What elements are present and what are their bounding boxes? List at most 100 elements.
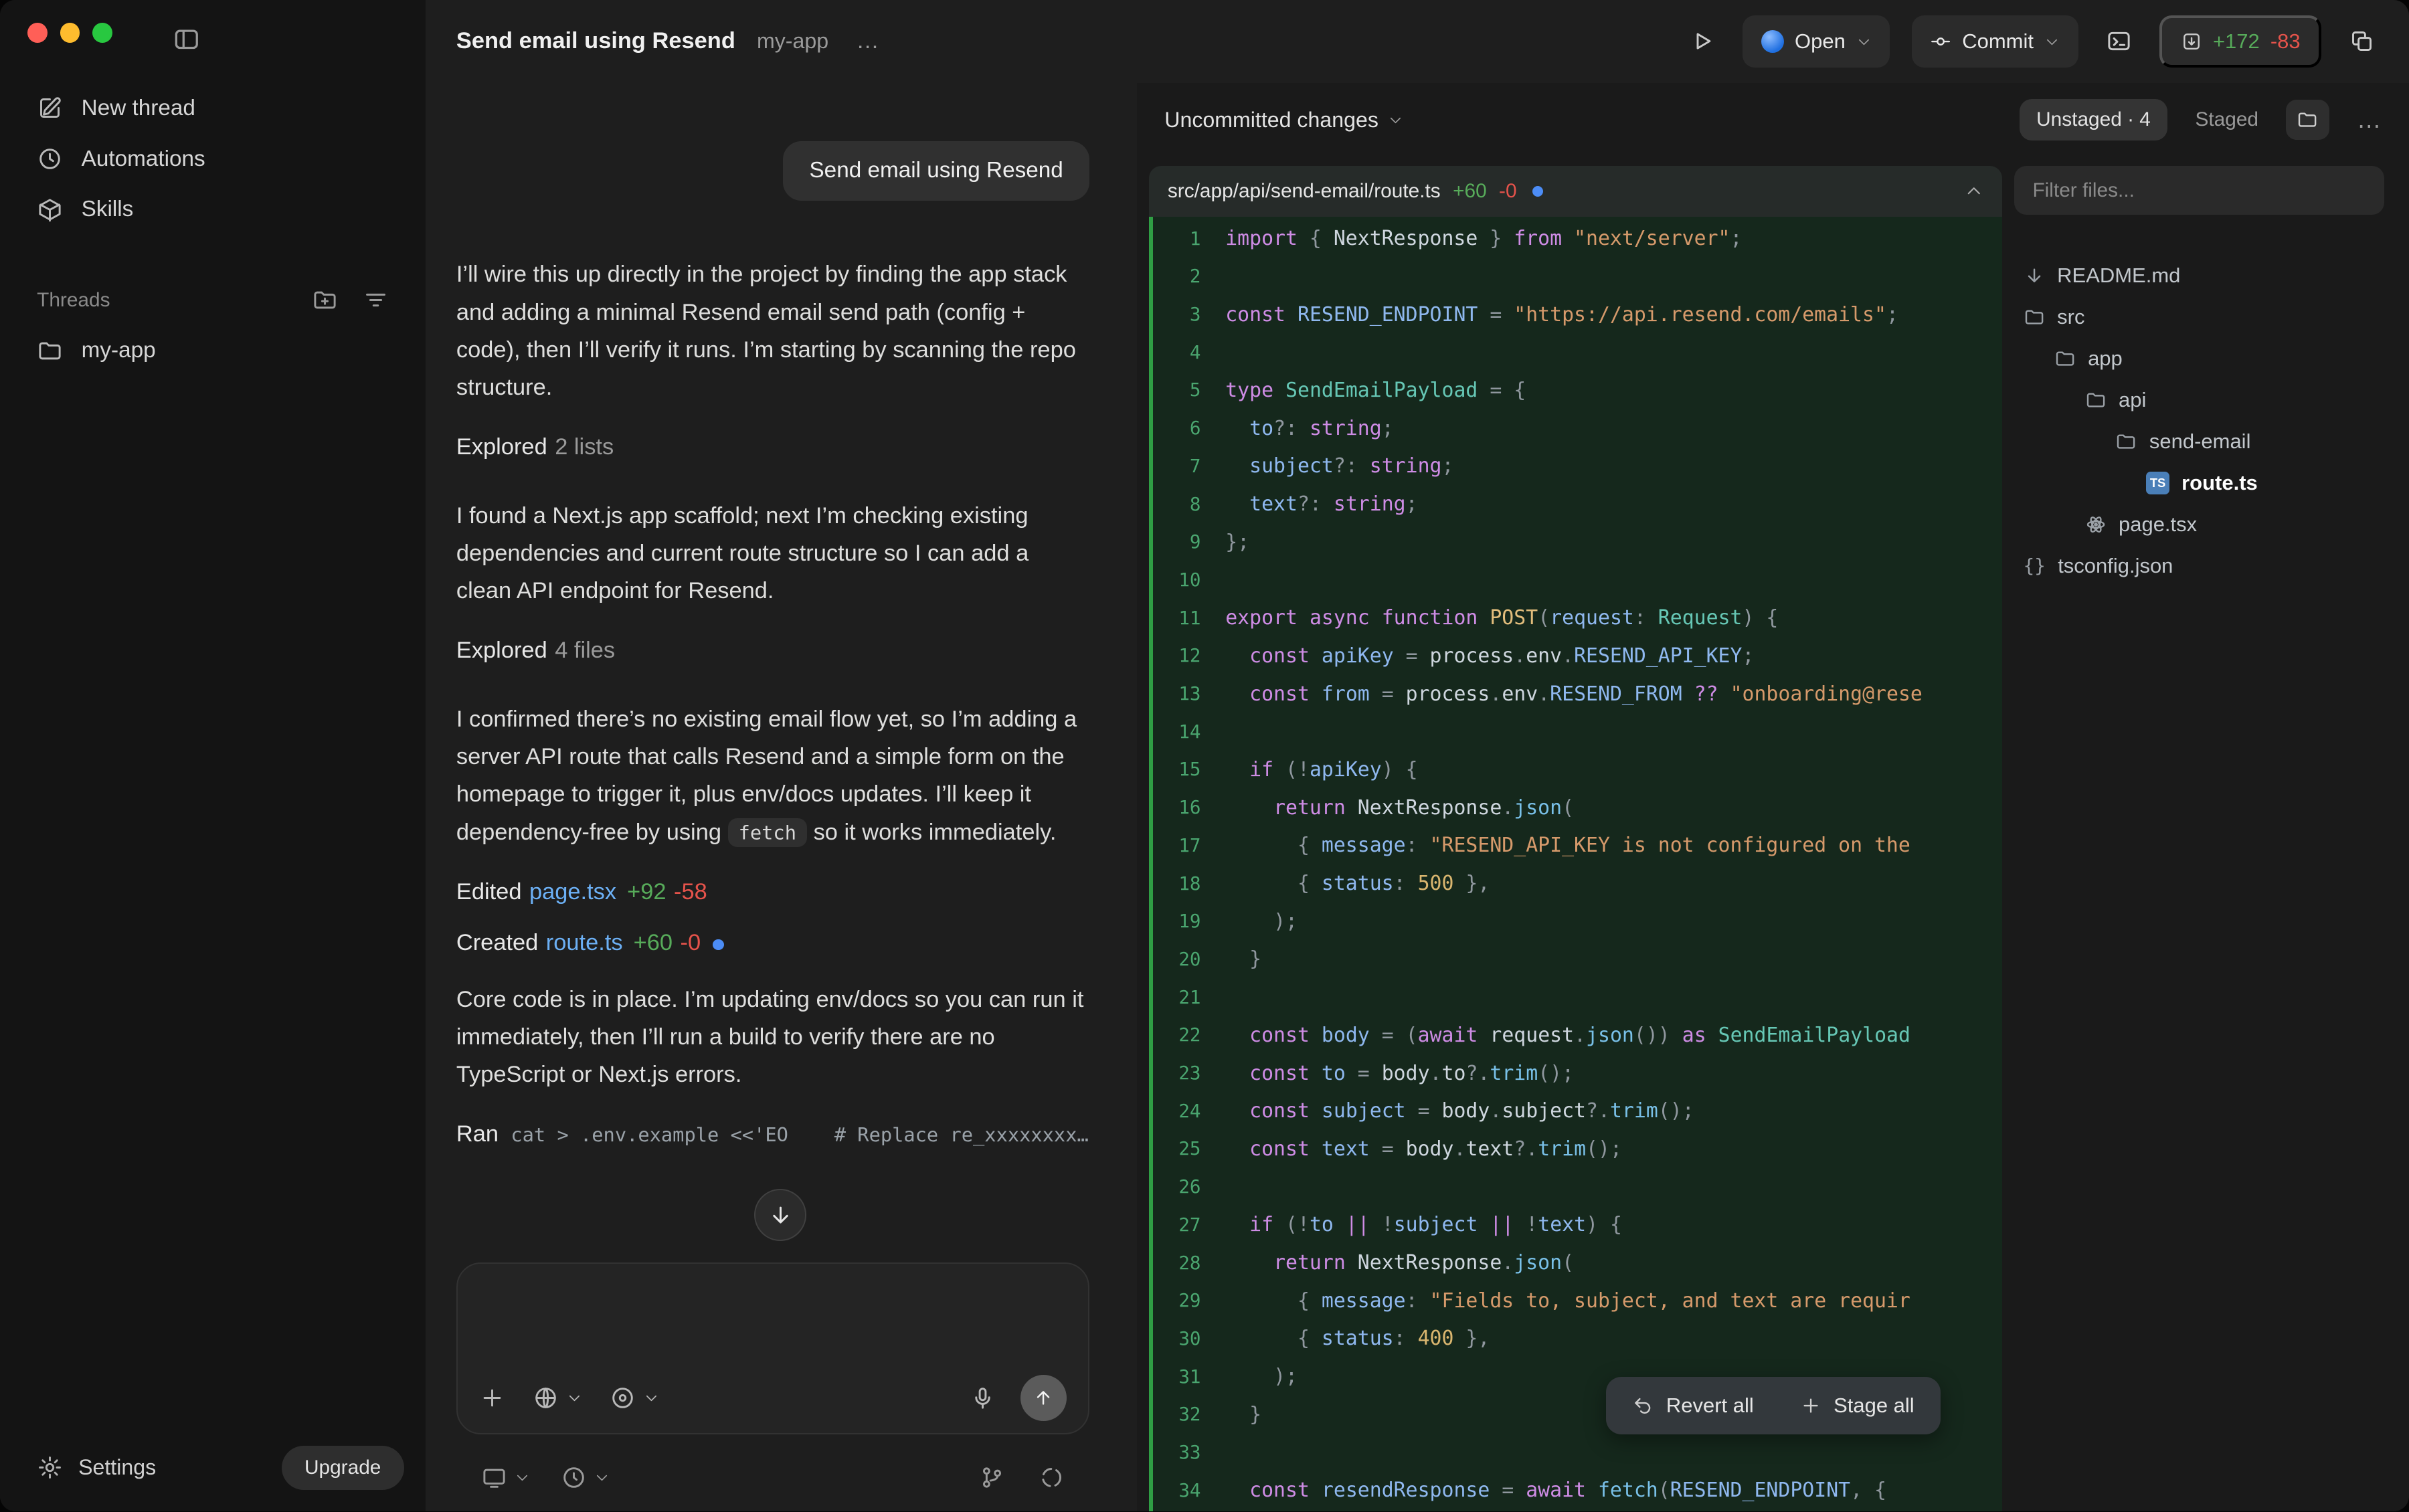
filter-threads-icon[interactable] (363, 287, 389, 313)
upgrade-button[interactable]: Upgrade (282, 1446, 404, 1490)
sidebar-item-new-thread[interactable]: New thread (15, 83, 410, 134)
uncommitted-changes-dropdown[interactable]: Uncommitted changes (1164, 108, 1403, 132)
message-input[interactable] (479, 1283, 1067, 1363)
minimize-window-button[interactable] (60, 23, 80, 43)
chat-messages[interactable]: Send email using Resend I’ll wire this u… (456, 83, 1089, 1262)
diff-added-line: 21 (1153, 978, 2001, 1016)
diff-added-line: 11export async function POST(request: Re… (1153, 599, 2001, 637)
chevron-up-icon[interactable] (1965, 182, 1983, 201)
tool-call-line[interactable]: Explored4 files (456, 638, 1089, 664)
tree-item-README.md[interactable]: README.md (2014, 255, 2384, 296)
sidebar-item-label: Skills (82, 197, 134, 222)
line-number: 14 (1153, 721, 1225, 743)
chat-column: Send email using Resend I’ll wire this u… (426, 83, 1137, 1511)
code-line-text: export async function POST(request: Requ… (1225, 606, 1778, 630)
file-link[interactable]: route.ts (546, 930, 623, 955)
code-line-text: { status: 400 }, (1225, 1327, 1490, 1350)
line-number: 10 (1153, 569, 1225, 591)
usage-ring-icon[interactable] (1039, 1464, 1065, 1491)
tree-item-send-email[interactable]: send-email (2014, 421, 2384, 462)
ran-command: cat > .env.example <<'EO (511, 1123, 788, 1146)
thread-item-my-app[interactable]: my-app (15, 326, 410, 377)
tree-item-api[interactable]: api (2014, 379, 2384, 421)
environment-selector[interactable] (481, 1464, 530, 1491)
diff-added-line: 17 { message: "RESEND_API_KEY is not con… (1153, 827, 2001, 865)
file-link[interactable]: page.tsx (529, 879, 616, 905)
sidebar-item-skills[interactable]: Skills (15, 184, 410, 235)
assistant-paragraph: I confirmed there’s no existing email fl… (456, 700, 1089, 852)
split-view-button[interactable] (2343, 22, 2381, 60)
chevron-down-icon (1856, 34, 1872, 50)
stage-all-button[interactable]: Stage all (1780, 1383, 1935, 1428)
session-selector[interactable] (561, 1464, 610, 1491)
branch-icon[interactable] (979, 1464, 1005, 1491)
message-composer (456, 1262, 1089, 1434)
attach-plus-icon[interactable] (479, 1385, 505, 1411)
chat-footer (456, 1444, 1089, 1511)
line-number: 26 (1153, 1176, 1225, 1198)
tree-item-app[interactable]: app (2014, 338, 2384, 379)
tree-item-label: api (2119, 388, 2146, 412)
mode-selector[interactable] (610, 1385, 658, 1411)
code-line-text: return NextResponse.json( (1225, 796, 1574, 820)
tree-item-page.tsx[interactable]: page.tsx (2014, 504, 2384, 545)
line-number: 25 (1153, 1138, 1225, 1159)
chevron-down-icon (644, 1390, 659, 1406)
diff-added-line: 5type SendEmailPayload = { (1153, 371, 2001, 409)
code-line-text: const apiKey = process.env.RESEND_API_KE… (1225, 644, 1754, 668)
model-selector[interactable] (533, 1385, 582, 1411)
diff-added-line: 12 const apiKey = process.env.RESEND_API… (1153, 637, 2001, 675)
sidebar-toggle-icon[interactable] (172, 25, 201, 54)
tool-call-line[interactable]: Explored2 lists (456, 434, 1089, 460)
undo-icon (1632, 1395, 1654, 1416)
new-folder-icon[interactable] (312, 287, 338, 313)
tree-item-src[interactable]: src (2014, 296, 2384, 338)
review-panel: Uncommitted changes Unstaged · 4 Staged … (1137, 83, 2409, 1511)
maximize-window-button[interactable] (92, 23, 112, 43)
diff-file-header[interactable]: src/app/api/send-email/route.ts +60 -0 (1149, 166, 2001, 217)
project-name: my-app (757, 29, 828, 54)
unsaved-dot (713, 939, 723, 950)
code-line-text: to?: string; (1225, 417, 1393, 440)
total-added: +172 (2213, 29, 2260, 54)
line-number: 28 (1153, 1252, 1225, 1274)
folder-icon (2115, 431, 2137, 452)
tab-staged[interactable]: Staged (2195, 108, 2258, 131)
threads-section-header: Threads (0, 287, 426, 313)
line-number: 1 (1153, 228, 1225, 250)
line-number: 8 (1153, 494, 1225, 515)
mic-icon[interactable] (970, 1385, 996, 1411)
line-number: 24 (1153, 1101, 1225, 1122)
open-button[interactable]: Open (1743, 15, 1890, 68)
send-button[interactable] (1020, 1375, 1067, 1421)
diff-added-line: 7 subject?: string; (1153, 447, 2001, 485)
code-line-text: const to = body.to?.trim(); (1225, 1062, 1574, 1085)
tab-unstaged[interactable]: Unstaged · 4 (2020, 99, 2167, 140)
close-window-button[interactable] (27, 23, 48, 43)
filter-files-input[interactable] (2014, 166, 2384, 215)
diff-added-line: 9}; (1153, 523, 2001, 561)
settings-button[interactable]: Settings (21, 1445, 171, 1490)
thread-menu-button[interactable]: … (856, 28, 882, 54)
review-menu-button[interactable]: … (2357, 106, 2384, 134)
commit-button[interactable]: Commit (1912, 15, 2078, 68)
arrow-up-icon (1033, 1387, 1054, 1408)
sidebar-item-automations[interactable]: Automations (15, 134, 410, 185)
code-diff[interactable]: 1import { NextResponse } from "next/serv… (1149, 217, 2001, 1511)
run-button[interactable] (1682, 22, 1720, 60)
tree-view-button[interactable] (2286, 100, 2329, 140)
diff-added-line: 2 (1153, 258, 2001, 296)
model-icon (533, 1385, 559, 1411)
tree-item-route.ts[interactable]: TSroute.ts (2014, 462, 2384, 504)
inline-code: fetch (728, 818, 807, 847)
diff-added-line: 27 if (!to || !subject || !text) { (1153, 1206, 2001, 1244)
terminal-button[interactable] (2100, 22, 2138, 60)
diff-added-line: 10 (1153, 561, 2001, 599)
revert-all-button[interactable]: Revert all (1613, 1383, 1774, 1428)
scroll-to-bottom-button[interactable] (754, 1189, 806, 1241)
changes-badge[interactable]: +172 -83 (2159, 15, 2321, 68)
diff-added-line: 1import { NextResponse } from "next/serv… (1153, 219, 2001, 258)
code-line-text: import { NextResponse } from "next/serve… (1225, 227, 1742, 250)
ran-command-line[interactable]: Rancat > .env.example <<'EO# Replace re_… (456, 1121, 1089, 1147)
tree-item-tsconfig.json[interactable]: {}tsconfig.json (2014, 545, 2384, 587)
